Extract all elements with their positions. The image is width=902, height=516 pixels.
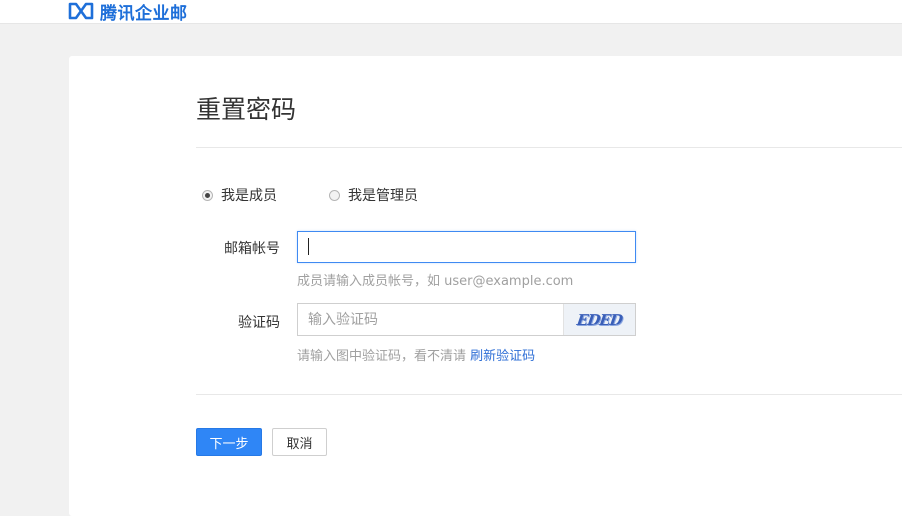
text-caret	[308, 238, 309, 255]
refresh-captcha-link[interactable]: 刷新验证码	[470, 349, 535, 364]
top-bar: 腾讯企业邮	[0, 0, 902, 24]
title-divider	[196, 147, 902, 148]
captcha-hint-text: 请输入图中验证码，看不清请	[297, 349, 471, 364]
admin-radio[interactable]	[329, 189, 340, 201]
role-admin-option[interactable]: 我是管理员	[329, 185, 418, 205]
captcha-label: 验证码	[238, 315, 280, 331]
form-divider	[196, 394, 902, 395]
page-title: 重置密码	[196, 95, 297, 124]
captcha-hint: 请输入图中验证码，看不清请 刷新验证码	[297, 345, 535, 364]
email-hint: 成员请输入成员帐号，如 user@example.com	[297, 274, 574, 289]
logo-text: 腾讯企业邮	[100, 3, 188, 24]
captcha-field: EDED	[297, 303, 636, 336]
email-input[interactable]	[297, 231, 636, 263]
tencent-mail-logo-icon	[68, 2, 94, 20]
cancel-button[interactable]: 取消	[272, 428, 327, 456]
captcha-image[interactable]: EDED	[563, 304, 635, 335]
admin-radio-label: 我是管理员	[348, 188, 418, 204]
member-radio-label: 我是成员	[221, 188, 277, 204]
captcha-image-text: EDED	[575, 310, 624, 329]
role-member-option[interactable]: 我是成员	[202, 185, 277, 205]
captcha-input[interactable]	[298, 304, 583, 335]
email-label: 邮箱帐号	[224, 241, 280, 257]
member-radio[interactable]	[202, 189, 213, 201]
logo[interactable]: 腾讯企业邮	[68, 0, 188, 24]
next-button[interactable]: 下一步	[196, 428, 262, 456]
